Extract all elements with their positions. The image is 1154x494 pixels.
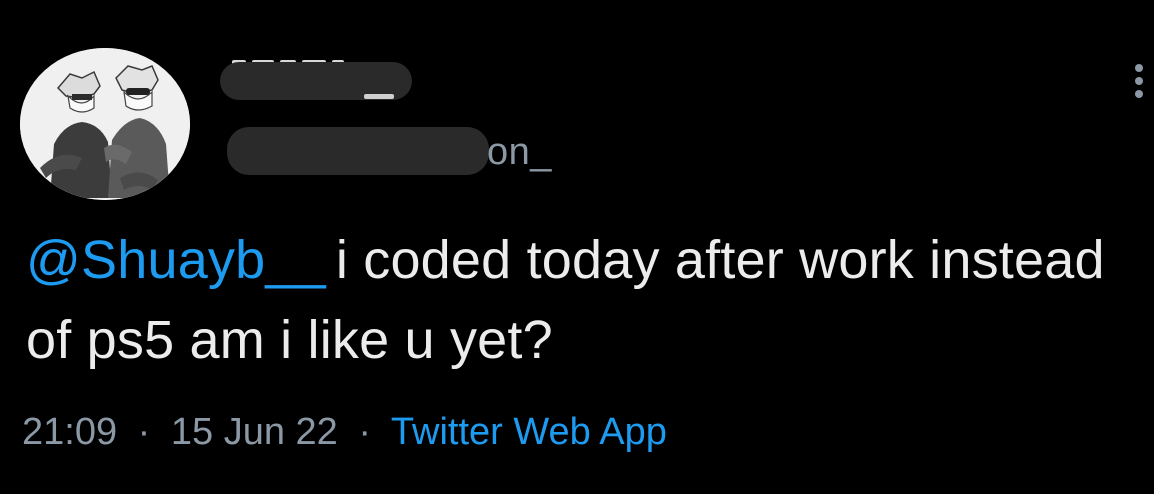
more-dot <box>1135 90 1143 98</box>
handle-redaction <box>227 127 489 175</box>
anime-characters-avatar-icon <box>20 48 190 200</box>
tweet-text: @Shuayb__ i coded today after work instea… <box>26 220 1146 380</box>
meta-separator: · <box>137 411 151 453</box>
more-dot <box>1135 64 1143 72</box>
tweet-date[interactable]: 15 Jun 22 <box>171 411 338 453</box>
more-vertical-icon[interactable] <box>1132 64 1146 98</box>
tweet-source[interactable]: Twitter Web App <box>391 411 667 453</box>
display-name-tail <box>364 94 394 99</box>
tweet-time[interactable]: 21:09 <box>22 411 117 453</box>
avatar[interactable] <box>20 48 190 200</box>
mention-link[interactable]: @Shuayb__ <box>26 230 326 290</box>
tweet-meta: 21:09 · 15 Jun 22 · Twitter Web App <box>22 408 667 456</box>
handle-suffix[interactable]: on_ <box>487 130 552 174</box>
meta-separator: · <box>358 411 372 453</box>
more-dot <box>1135 77 1143 85</box>
tweet-card: on_ @Shuayb__ i coded today after work in… <box>0 0 1154 494</box>
